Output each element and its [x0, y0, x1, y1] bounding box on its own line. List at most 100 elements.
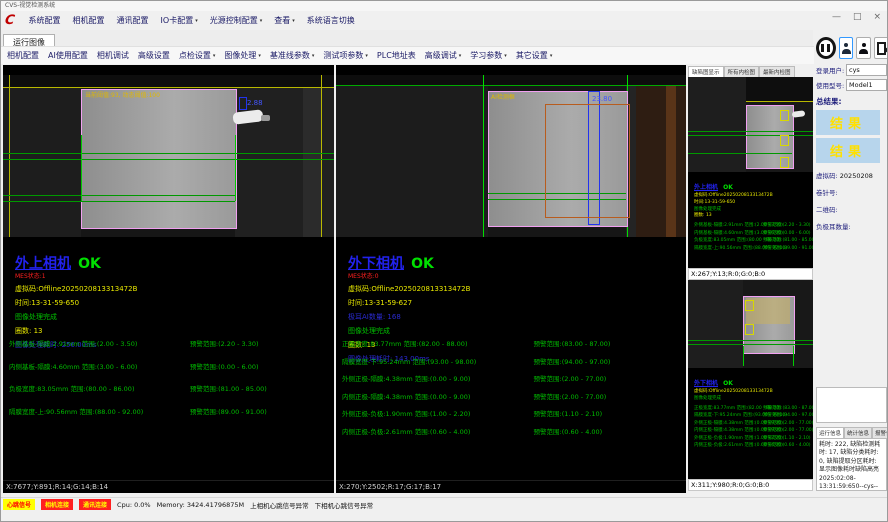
mes-status: MES状态:0 — [348, 271, 682, 280]
toolbar-item[interactable]: 相机调试 — [97, 50, 129, 61]
comm-connect-badge: 通讯连接 — [79, 499, 111, 510]
tab-all-inspect-images[interactable]: 所有内检图 — [724, 66, 760, 77]
model-row: 使用型号: Model1 — [816, 79, 887, 91]
camera-view-upper[interactable]: 当前阈值:93, 动态阈值:100 2.88 外上相机 OK MES状态:1 虚… — [3, 65, 334, 493]
yellow-guideline — [321, 75, 322, 237]
measurement-row: 正极宽度:83.77mm 范围:(82.00 - 88.00) 预警范围:(83… — [342, 338, 684, 348]
menu-item[interactable]: 相机配置 — [73, 15, 105, 26]
measurement-warn: 预警范围:(2.20 - 3.30) — [763, 222, 811, 228]
menu-item[interactable]: 系统配置 — [29, 15, 61, 26]
menu-item-label: 相机配置 — [73, 15, 105, 26]
measurement-main: 内侧基板-隔膜:4.60mm 范围:(3.00 - 6.00) — [9, 363, 137, 371]
menu-item-label: 查看 — [274, 15, 290, 26]
virtual-code: 虚拟码:Offline2025020813313472B — [694, 389, 813, 396]
menu-item[interactable]: 系统语言切换 — [307, 15, 355, 26]
measurement-warn: 预警范围:(0.60 - 4.00) — [763, 442, 811, 448]
menu-item[interactable]: 通讯配置 — [117, 15, 149, 26]
toolbar-item[interactable]: 点检设置 ▾ — [179, 50, 216, 61]
result-listbox[interactable] — [816, 387, 887, 423]
ai-tab-count: 极耳AI数量: 168 — [348, 312, 682, 322]
lower-camera-warning: 下相机心跳信号异常 — [315, 500, 374, 510]
measurement-main: 外侧基板-隔膜:2.91mm 范围:(2.00 - 3.50) — [9, 340, 137, 348]
tab-run-info[interactable]: 运行信息 — [816, 427, 844, 438]
mes-status: MES状态:1 — [15, 271, 330, 280]
green-guideline — [688, 344, 813, 345]
user-login-button[interactable] — [839, 37, 854, 59]
chevron-down-icon: ▾ — [195, 18, 198, 24]
measurement-warn: 预警范围:(94.00 - 97.00) — [763, 412, 813, 418]
green-guideline — [3, 201, 235, 202]
green-guideline — [235, 135, 236, 201]
measurement-row: 内侧正极-负极:2.61mm 范围:(0.60 - 4.00) 预警范围:(0.… — [694, 442, 813, 448]
toolbar-item[interactable]: AI使用配置 — [48, 50, 88, 61]
toolbar-item[interactable]: 学习参数 ▾ — [470, 50, 507, 61]
cursor-position-readout: X:7677;Y:891;R:14;G:14;B:14 — [3, 480, 334, 493]
measurement-row: 外侧正极-隔膜:4.38mm 范围:(0.00 - 9.00) 预警范围:(2.… — [694, 420, 813, 426]
user-icon — [859, 43, 868, 54]
measurement-table-lower: 正极宽度:83.77mm 范围:(82.00 - 88.00) 预警范围:(83… — [342, 338, 684, 443]
chevron-down-icon: ▾ — [312, 53, 315, 59]
pause-button[interactable] — [816, 37, 836, 59]
measurement-row: 内侧基板-隔膜:4.60mm 范围:(3.00 - 6.00) 预警范围:(0.… — [9, 361, 332, 371]
menu-item-label: 光源控制配置 — [210, 15, 258, 26]
measurement-row: 隔膜宽度-上:90.56mm 范围:(88.00 - 92.00) 预警范围:(… — [9, 406, 332, 416]
machine-background — [303, 75, 321, 237]
measurement-row: 内侧基板-隔膜:4.60mm 范围:(3.00 - 6.00) 预警范围:(0.… — [694, 230, 813, 236]
run-log-box[interactable]: 耗时: 222, 缺陷检测耗时: 17, 缺陷分类耗时: 0, 缺陷提取分区耗时… — [816, 438, 887, 491]
login-user-field[interactable]: cys — [846, 64, 887, 76]
model-field[interactable]: Model1 — [846, 79, 887, 91]
toolbar-item[interactable]: 相机配置 — [7, 50, 39, 61]
camera-view-lower[interactable]: AI检测框 23.80 外下相机 OK MES状态:0 虚拟码:Offline2… — [336, 65, 686, 493]
stylus-tip — [261, 115, 270, 121]
yellow-marker-box — [780, 110, 789, 121]
measure-value-label: 23.80 — [592, 95, 612, 103]
pause-icon — [821, 44, 824, 52]
chevron-down-icon: ▾ — [292, 18, 295, 24]
result-ok: OK — [78, 256, 101, 272]
menu-item[interactable]: IO卡配置 ▾ — [161, 15, 198, 26]
measurement-warn: 预警范围:(83.00 - 87.00) — [763, 405, 813, 411]
memory-usage: Memory: 3424.41796875M — [157, 501, 245, 509]
close-icon[interactable]: × — [873, 12, 881, 22]
machine-background — [688, 280, 743, 368]
thumbnail-view-lower[interactable]: 外下相机 OK 虚拟码:Offline2025020813313472B 图像处… — [688, 280, 813, 479]
exit-door-icon — [877, 42, 886, 55]
app-logo-icon: C — [4, 13, 16, 28]
toolbar-item-label: 相机调试 — [97, 50, 129, 61]
toolbar-item[interactable]: 高级调试 ▾ — [425, 50, 462, 61]
cpu-usage: Cpu: 0.0% — [117, 501, 151, 509]
green-guideline — [688, 131, 813, 132]
menu-item[interactable]: 查看 ▾ — [274, 15, 295, 26]
measurement-row: 隔膜宽度-上:90.56mm 范围:(88.00 - 92.00) 预警范围:(… — [694, 245, 813, 251]
menu-item[interactable]: 光源控制配置 ▾ — [210, 15, 263, 26]
cursor-position-readout: X:311;Y:980;R:0;G:0;B:0 — [688, 479, 813, 491]
tab-defect-display[interactable]: 缺陷图显示 — [688, 66, 724, 77]
maximize-icon[interactable]: □ — [853, 12, 862, 22]
green-guideline — [81, 135, 82, 201]
chevron-down-icon: ▾ — [213, 53, 216, 59]
tab-latest-inspect-images[interactable]: 最新内检图 — [759, 66, 795, 77]
toolbar-item[interactable]: 其它设置 ▾ — [516, 50, 553, 61]
toolbar-item[interactable]: 图像处理 ▾ — [224, 50, 261, 61]
camera-title: 外下相机 — [694, 380, 718, 387]
tab-alarm-info[interactable]: 报警信息 — [872, 427, 888, 438]
menu-bar: C 系统配置 相机配置 通讯配置 IO卡配置 ▾ 光源控制配置 — [1, 11, 817, 30]
user-manage-button[interactable] — [856, 37, 871, 59]
green-guideline — [483, 75, 484, 237]
tab-stat-info[interactable]: 统计信息 — [844, 427, 872, 438]
minimize-icon[interactable]: — — [832, 12, 841, 22]
exit-button[interactable] — [874, 37, 888, 59]
thumbnail-view-upper[interactable]: 外上相机 OK 虚拟码:Offline2025020813313472B 时间:… — [688, 77, 813, 268]
stylus — [792, 110, 806, 118]
green-guideline — [688, 153, 792, 154]
yellow-marker-box — [780, 157, 789, 168]
virtual-code-label: 虚拟码: — [816, 172, 838, 180]
toolbar-item[interactable]: 高级设置 — [138, 50, 170, 61]
green-guideline — [336, 85, 686, 86]
toolbar-item[interactable]: PLC地址表 — [377, 50, 416, 61]
machine-background — [336, 75, 686, 85]
toolbar-item[interactable]: 基准线参数 ▾ — [270, 50, 315, 61]
toolbar-item[interactable]: 测试项参数 ▾ — [323, 50, 368, 61]
mini-measurement-table: 正极宽度:83.77mm 范围:(82.00 - 88.00) 预警范围:(83… — [694, 405, 813, 449]
measurement-row: 负极宽度:83.05mm 范围:(80.00 - 86.00) 预警范围:(81… — [9, 383, 332, 393]
